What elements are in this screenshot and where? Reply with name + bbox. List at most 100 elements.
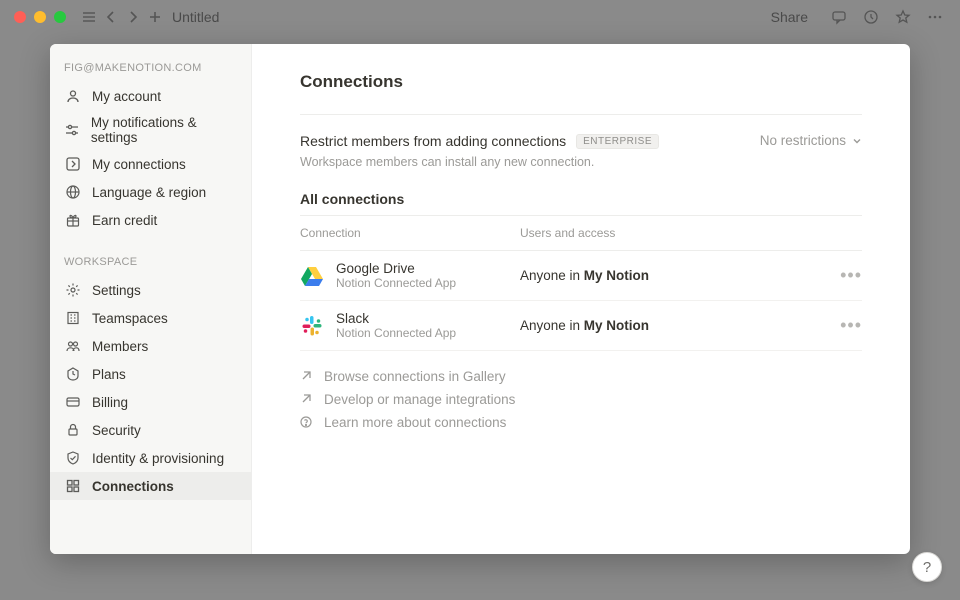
sidebar-item-label: My notifications & settings <box>91 115 237 145</box>
sidebar-item-teamspaces[interactable]: Teamspaces <box>50 304 251 332</box>
sidebar-item-notifications[interactable]: My notifications & settings <box>50 110 251 150</box>
shield-icon <box>64 449 82 467</box>
connection-name: Google Drive <box>336 261 456 276</box>
browse-gallery-link[interactable]: Browse connections in Gallery <box>300 369 862 384</box>
sidebar-item-connections[interactable]: Connections <box>50 472 251 500</box>
restrict-dropdown[interactable]: No restrictions <box>760 133 862 148</box>
connection-access: Anyone in My Notion <box>520 318 834 333</box>
connection-row: Slack Notion Connected App Anyone in My … <box>300 301 862 351</box>
sidebar-item-earn-credit[interactable]: Earn credit <box>50 206 251 234</box>
sidebar-item-my-connections[interactable]: My connections <box>50 150 251 178</box>
close-window-button[interactable] <box>14 11 26 23</box>
external-link-icon <box>300 370 314 384</box>
comments-icon[interactable] <box>828 6 850 28</box>
sidebar-item-label: Settings <box>92 283 141 298</box>
access-prefix: Anyone in <box>520 318 584 333</box>
link-label: Learn more about connections <box>324 415 506 430</box>
settings-modal: FIG@MAKENOTION.COM My account My notific… <box>50 44 910 554</box>
sidebar-item-label: My account <box>92 89 161 104</box>
maximize-window-button[interactable] <box>54 11 66 23</box>
restrict-subtitle: Workspace members can install any new co… <box>300 155 659 169</box>
account-icon <box>64 87 82 105</box>
sidebar-item-label: My connections <box>92 157 186 172</box>
sidebar-item-security[interactable]: Security <box>50 416 251 444</box>
plans-icon <box>64 365 82 383</box>
col-connection: Connection <box>300 226 520 240</box>
restrict-title: Restrict members from adding connections <box>300 133 566 149</box>
nav-back-button[interactable] <box>100 6 122 28</box>
access-workspace: My Notion <box>584 268 649 283</box>
sidebar-item-label: Earn credit <box>92 213 157 228</box>
chrome-right-actions: Share <box>771 6 946 28</box>
external-link-icon <box>300 393 314 407</box>
chevron-down-icon <box>852 136 862 146</box>
link-label: Develop or manage integrations <box>324 392 515 407</box>
grid-icon <box>64 477 82 495</box>
sidebar-item-label: Plans <box>92 367 126 382</box>
window-chrome: Untitled Share <box>0 0 960 34</box>
link-label: Browse connections in Gallery <box>324 369 506 384</box>
connection-subtitle: Notion Connected App <box>336 326 456 340</box>
members-icon <box>64 337 82 355</box>
sidebar-item-label: Connections <box>92 479 174 494</box>
share-button[interactable]: Share <box>771 9 808 25</box>
sliders-icon <box>64 121 81 139</box>
menu-icon[interactable] <box>78 6 100 28</box>
building-icon <box>64 309 82 327</box>
slack-icon <box>300 314 324 338</box>
sidebar-item-identity[interactable]: Identity & provisioning <box>50 444 251 472</box>
access-workspace: My Notion <box>584 318 649 333</box>
sidebar-item-plans[interactable]: Plans <box>50 360 251 388</box>
help-fab[interactable]: ? <box>912 552 942 582</box>
sidebar-item-label: Language & region <box>92 185 206 200</box>
sidebar-item-label: Billing <box>92 395 128 410</box>
enterprise-badge: ENTERPRISE <box>576 134 659 149</box>
restrict-value: No restrictions <box>760 133 846 148</box>
connection-app: Slack Notion Connected App <box>300 311 520 340</box>
new-tab-button[interactable] <box>144 6 166 28</box>
learn-more-link[interactable]: Learn more about connections <box>300 415 862 430</box>
help-icon <box>300 416 314 430</box>
nav-forward-button[interactable] <box>122 6 144 28</box>
more-icon[interactable] <box>924 6 946 28</box>
sidebar-item-my-account[interactable]: My account <box>50 82 251 110</box>
connection-access: Anyone in My Notion <box>520 268 834 283</box>
content-title: Connections <box>300 72 862 92</box>
divider <box>300 114 862 115</box>
connections-icon <box>64 155 82 173</box>
access-prefix: Anyone in <box>520 268 584 283</box>
settings-content: Connections Restrict members from adding… <box>252 44 910 554</box>
favorite-icon[interactable] <box>892 6 914 28</box>
settings-sidebar: FIG@MAKENOTION.COM My account My notific… <box>50 44 252 554</box>
connection-subtitle: Notion Connected App <box>336 276 456 290</box>
sidebar-item-label: Security <box>92 423 141 438</box>
sidebar-workspace-header: WORKSPACE <box>50 252 251 276</box>
sidebar-item-billing[interactable]: Billing <box>50 388 251 416</box>
connection-name: Slack <box>336 311 456 326</box>
connection-app: Google Drive Notion Connected App <box>300 261 520 290</box>
connection-more-button[interactable]: ••• <box>834 265 862 286</box>
gift-icon <box>64 211 82 229</box>
sidebar-item-language[interactable]: Language & region <box>50 178 251 206</box>
connection-more-button[interactable]: ••• <box>834 315 862 336</box>
google-drive-icon <box>300 264 324 288</box>
sidebar-item-label: Identity & provisioning <box>92 451 224 466</box>
credit-card-icon <box>64 393 82 411</box>
all-connections-heading: All connections <box>300 191 862 207</box>
gear-icon <box>64 281 82 299</box>
sidebar-item-label: Members <box>92 339 148 354</box>
col-access: Users and access <box>520 226 862 240</box>
sidebar-item-settings[interactable]: Settings <box>50 276 251 304</box>
lock-icon <box>64 421 82 439</box>
develop-integrations-link[interactable]: Develop or manage integrations <box>300 392 862 407</box>
updates-icon[interactable] <box>860 6 882 28</box>
minimize-window-button[interactable] <box>34 11 46 23</box>
restrict-section: Restrict members from adding connections… <box>300 133 862 169</box>
sidebar-item-label: Teamspaces <box>92 311 168 326</box>
sidebar-user-header: FIG@MAKENOTION.COM <box>50 58 251 82</box>
sidebar-item-members[interactable]: Members <box>50 332 251 360</box>
connection-row: Google Drive Notion Connected App Anyone… <box>300 251 862 301</box>
page-title[interactable]: Untitled <box>172 9 219 25</box>
traffic-lights <box>14 11 66 23</box>
footer-links: Browse connections in Gallery Develop or… <box>300 369 862 430</box>
